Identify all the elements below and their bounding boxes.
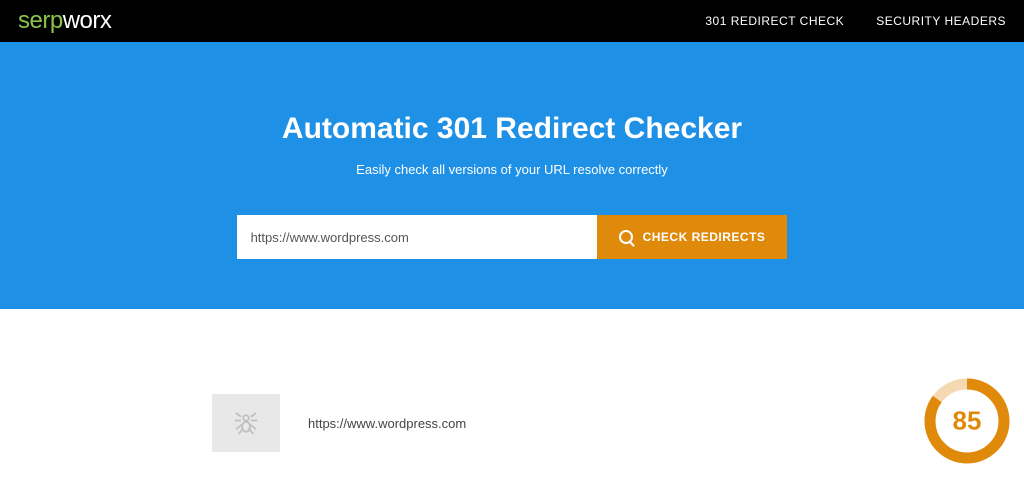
search-icon — [619, 230, 633, 244]
logo-part1: serp — [18, 7, 63, 34]
check-button-label: CHECK REDIRECTS — [643, 230, 766, 244]
page-title: Automatic 301 Redirect Checker — [0, 112, 1024, 146]
nav: 301 REDIRECT CHECK SECURITY HEADERS — [705, 14, 1006, 28]
check-redirects-button[interactable]: CHECK REDIRECTS — [597, 215, 788, 259]
nav-security-headers[interactable]: SECURITY HEADERS — [876, 14, 1006, 28]
url-input[interactable] — [237, 215, 597, 259]
result-row: https://www.wordpress.com 85 — [212, 394, 812, 452]
crawler-icon-box — [212, 394, 280, 452]
results-section: https://www.wordpress.com 85 — [0, 309, 1024, 482]
score-value: 85 — [953, 406, 982, 437]
search-form: CHECK REDIRECTS — [0, 215, 1024, 259]
logo[interactable]: serpworx — [18, 7, 111, 35]
header: serpworx 301 REDIRECT CHECK SECURITY HEA… — [0, 0, 1024, 42]
page-subtitle: Easily check all versions of your URL re… — [0, 162, 1024, 177]
score-gauge: 85 — [922, 376, 1012, 466]
logo-part2: worx — [63, 7, 112, 34]
nav-redirect-check[interactable]: 301 REDIRECT CHECK — [705, 14, 844, 28]
result-url: https://www.wordpress.com — [280, 394, 812, 452]
spider-icon — [231, 408, 261, 438]
hero: Automatic 301 Redirect Checker Easily ch… — [0, 42, 1024, 309]
